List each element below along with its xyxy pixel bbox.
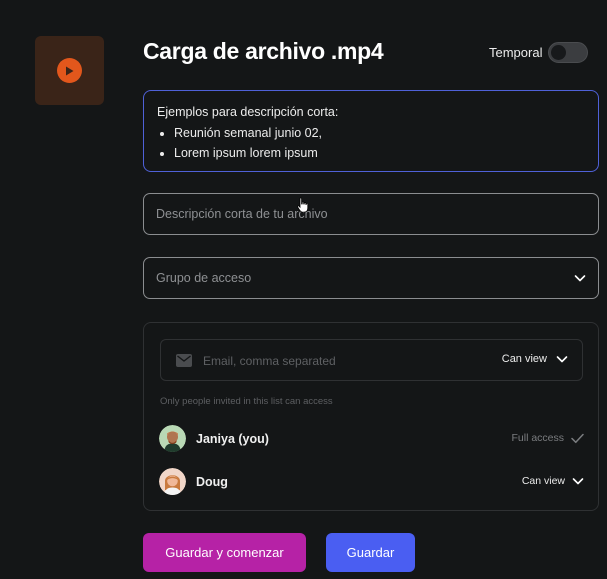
access-label: Full access xyxy=(511,432,564,444)
person-access: Full access xyxy=(511,432,584,444)
example-item: Reunión semanal junio 02, xyxy=(174,126,598,140)
group-placeholder: Grupo de acceso xyxy=(156,271,252,285)
check-icon xyxy=(571,433,584,443)
save-button[interactable]: Guardar xyxy=(326,533,415,572)
avatar xyxy=(159,468,186,495)
toggle-knob xyxy=(551,45,566,60)
chevron-down-icon xyxy=(556,356,568,363)
temporal-label: Temporal xyxy=(489,45,543,60)
email-placeholder: Email, comma separated xyxy=(203,354,336,368)
chevron-down-icon xyxy=(572,478,584,485)
permission-label: Can view xyxy=(501,353,547,365)
person-row: Doug Can view xyxy=(159,468,584,496)
access-group-select[interactable]: Grupo de acceso xyxy=(143,257,599,299)
example-item: Lorem ipsum lorem ipsum xyxy=(174,146,598,160)
file-thumbnail xyxy=(35,36,104,105)
examples-heading: Ejemplos para descripción corta: xyxy=(157,105,339,119)
page-title: Carga de archivo .mp4 xyxy=(143,38,384,64)
person-name: Janiya (you) xyxy=(196,432,269,446)
share-panel: Email, comma separated Can view Only peo… xyxy=(143,322,599,511)
save-and-start-button[interactable]: Guardar y comenzar xyxy=(143,533,306,572)
chevron-down-icon xyxy=(574,275,586,282)
hand-cursor-icon xyxy=(297,197,309,213)
avatar xyxy=(159,425,186,452)
description-input[interactable]: Descripción corta de tu archivo xyxy=(143,193,599,235)
person-permission-select[interactable]: Can view xyxy=(522,475,584,487)
access-label: Can view xyxy=(521,475,565,487)
permission-select[interactable]: Can view xyxy=(502,353,568,365)
access-hint: Only people invited in this list can acc… xyxy=(160,396,333,407)
examples-list: Reunión semanal junio 02, Lorem ipsum lo… xyxy=(157,126,598,160)
upload-dialog: Carga de archivo .mp4 Temporal Ejemplos … xyxy=(0,0,607,579)
person-row: Janiya (you) Full access xyxy=(159,425,584,453)
play-icon xyxy=(57,58,82,83)
email-invite-input[interactable]: Email, comma separated Can view xyxy=(160,339,583,381)
examples-hint-box: Ejemplos para descripción corta: Reunión… xyxy=(143,90,599,172)
person-name: Doug xyxy=(196,475,228,489)
temporal-toggle[interactable] xyxy=(548,42,588,63)
mail-icon xyxy=(176,354,192,367)
